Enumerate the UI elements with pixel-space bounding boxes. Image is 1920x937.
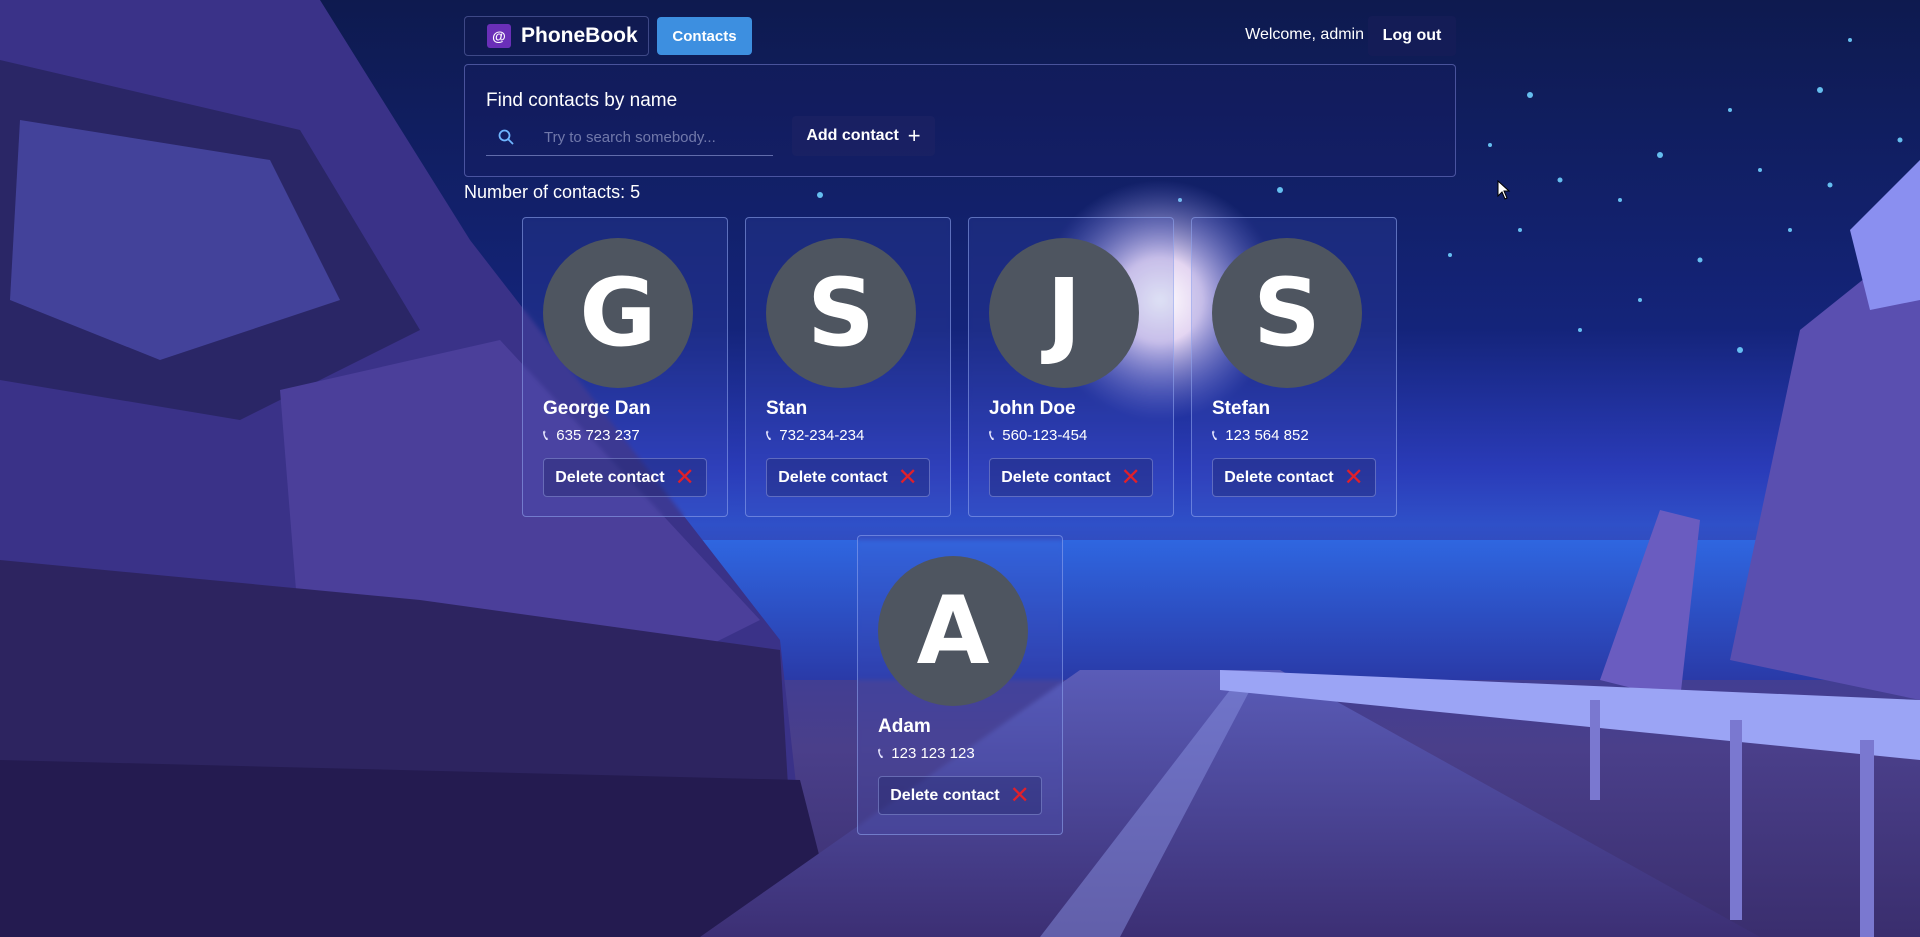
contact-phone: 📞︎ 635 723 237: [543, 427, 640, 444]
close-icon: ✕: [1009, 781, 1030, 809]
contact-name: John Doe: [989, 398, 1076, 419]
contact-name: Stan: [766, 398, 808, 419]
delete-label: Delete contact: [778, 468, 888, 486]
delete-contact-button[interactable]: Delete contact ✕: [1212, 458, 1376, 497]
delete-contact-button[interactable]: Delete contact ✕: [878, 776, 1042, 815]
phone-number: 635 723 237: [556, 427, 640, 444]
contact-phone: 📞︎ 123 123 123: [878, 745, 975, 762]
contact-card: A Adam 📞︎ 123 123 123 Delete contact ✕: [857, 535, 1063, 835]
phone-number: 732-234-234: [779, 427, 865, 444]
contact-phone: 📞︎ 123 564 852: [1212, 427, 1309, 444]
avatar: S: [1212, 238, 1362, 388]
delete-label: Delete contact: [1001, 468, 1111, 486]
close-icon: ✕: [897, 463, 918, 491]
delete-label: Delete contact: [555, 468, 665, 486]
phone-number: 123 564 852: [1225, 427, 1309, 444]
contact-name: George Dan: [543, 398, 651, 419]
phone-icon: 📞︎: [1212, 427, 1218, 444]
phone-icon: 📞︎: [543, 427, 549, 444]
avatar: J: [989, 238, 1139, 388]
delete-contact-button[interactable]: Delete contact ✕: [989, 458, 1153, 497]
contact-phone: 📞︎ 732-234-234: [766, 427, 864, 444]
phone-icon: 📞︎: [878, 745, 884, 762]
phone-number: 560-123-454: [1002, 427, 1088, 444]
phone-icon: 📞︎: [766, 427, 772, 444]
delete-contact-button[interactable]: Delete contact ✕: [543, 458, 707, 497]
contact-name: Adam: [878, 716, 931, 737]
close-icon: ✕: [674, 463, 695, 491]
delete-label: Delete contact: [1224, 468, 1334, 486]
contact-card: S Stan 📞︎ 732-234-234 Delete contact ✕: [745, 217, 951, 517]
phone-number: 123 123 123: [891, 745, 975, 762]
contact-name: Stefan: [1212, 398, 1271, 419]
close-icon: ✕: [1343, 463, 1364, 491]
close-icon: ✕: [1120, 463, 1141, 491]
contact-card: J John Doe 📞︎ 560-123-454 Delete contact…: [968, 217, 1174, 517]
delete-contact-button[interactable]: Delete contact ✕: [766, 458, 930, 497]
avatar: G: [543, 238, 693, 388]
delete-label: Delete contact: [890, 786, 1000, 804]
phone-icon: 📞︎: [989, 427, 995, 444]
contact-cards: G George Dan 📞︎ 635 723 237 Delete conta…: [0, 0, 1920, 937]
contact-card: S Stefan 📞︎ 123 564 852 Delete contact ✕: [1191, 217, 1397, 517]
mouse-cursor-icon: [1497, 180, 1511, 200]
contact-phone: 📞︎ 560-123-454: [989, 427, 1087, 444]
avatar: S: [766, 238, 916, 388]
contact-card: G George Dan 📞︎ 635 723 237 Delete conta…: [522, 217, 728, 517]
avatar: A: [878, 556, 1028, 706]
